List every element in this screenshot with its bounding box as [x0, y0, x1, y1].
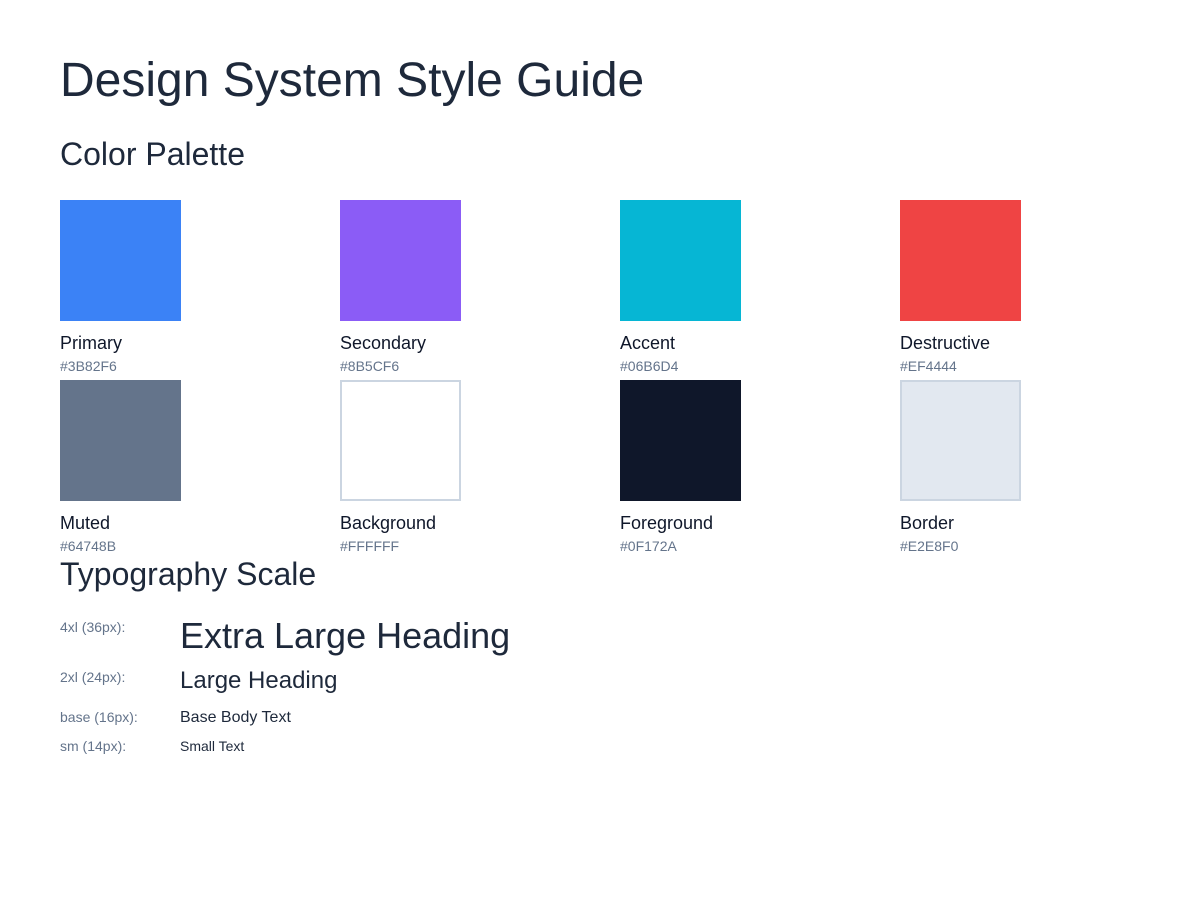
swatch-name: Destructive: [900, 333, 991, 353]
color-palette-heading: Color Palette: [60, 136, 245, 172]
swatch-name: Foreground: [620, 513, 714, 533]
type-sample: Base Body Text: [180, 709, 291, 726]
swatch-hex: #64748B: [60, 538, 117, 554]
color-swatch: [900, 380, 1021, 501]
type-size-label: base (16px):: [60, 709, 138, 725]
color-swatch: [900, 200, 1021, 321]
swatch-hex: #FFFFFF: [340, 538, 400, 554]
swatch-hex: #EF4444: [900, 358, 957, 374]
color-swatch: [340, 200, 461, 321]
swatch-hex: #3B82F6: [60, 358, 117, 374]
type-sample: Small Text: [180, 738, 245, 754]
type-size-label: 4xl (36px):: [60, 619, 126, 635]
swatch-name: Accent: [620, 333, 676, 353]
swatch-card-muted: Muted #64748B: [60, 380, 340, 560]
swatch-name: Border: [900, 513, 955, 533]
swatch-hex: #06B6D4: [620, 358, 679, 374]
swatch-card-destructive: Destructive #EF4444: [900, 200, 1180, 380]
swatch-name: Secondary: [340, 333, 427, 353]
swatch-card-secondary: Secondary #8B5CF6: [340, 200, 620, 380]
swatch-card-border: Border #E2E8F0: [900, 380, 1180, 560]
color-swatch: [620, 200, 741, 321]
typography-scale-heading: Typography Scale: [60, 556, 317, 592]
swatch-name: Primary: [60, 333, 122, 353]
color-swatch: [620, 380, 741, 501]
color-swatch: [60, 200, 181, 321]
color-swatch: [340, 380, 461, 501]
swatch-name: Muted: [60, 513, 111, 533]
swatch-card-background: Background #FFFFFF: [340, 380, 620, 560]
swatch-card-accent: Accent #06B6D4: [620, 200, 900, 380]
swatch-hex: #E2E8F0: [900, 538, 959, 554]
swatch-hex: #8B5CF6: [340, 358, 400, 374]
page-title: Design System Style Guide: [60, 54, 645, 107]
type-size-label: 2xl (24px):: [60, 669, 126, 685]
color-swatch-grid: Primary #3B82F6 Secondary #8B5CF6 Accent…: [60, 200, 1180, 560]
swatch-card-foreground: Foreground #0F172A: [620, 380, 900, 560]
swatch-name: Background: [340, 513, 437, 533]
type-sample: Large Heading: [180, 667, 338, 694]
swatch-hex: #0F172A: [620, 538, 677, 554]
type-size-label: sm (14px):: [60, 738, 127, 754]
swatch-card-primary: Primary #3B82F6: [60, 200, 340, 380]
type-sample: Extra Large Heading: [180, 615, 511, 656]
color-swatch: [60, 380, 181, 501]
